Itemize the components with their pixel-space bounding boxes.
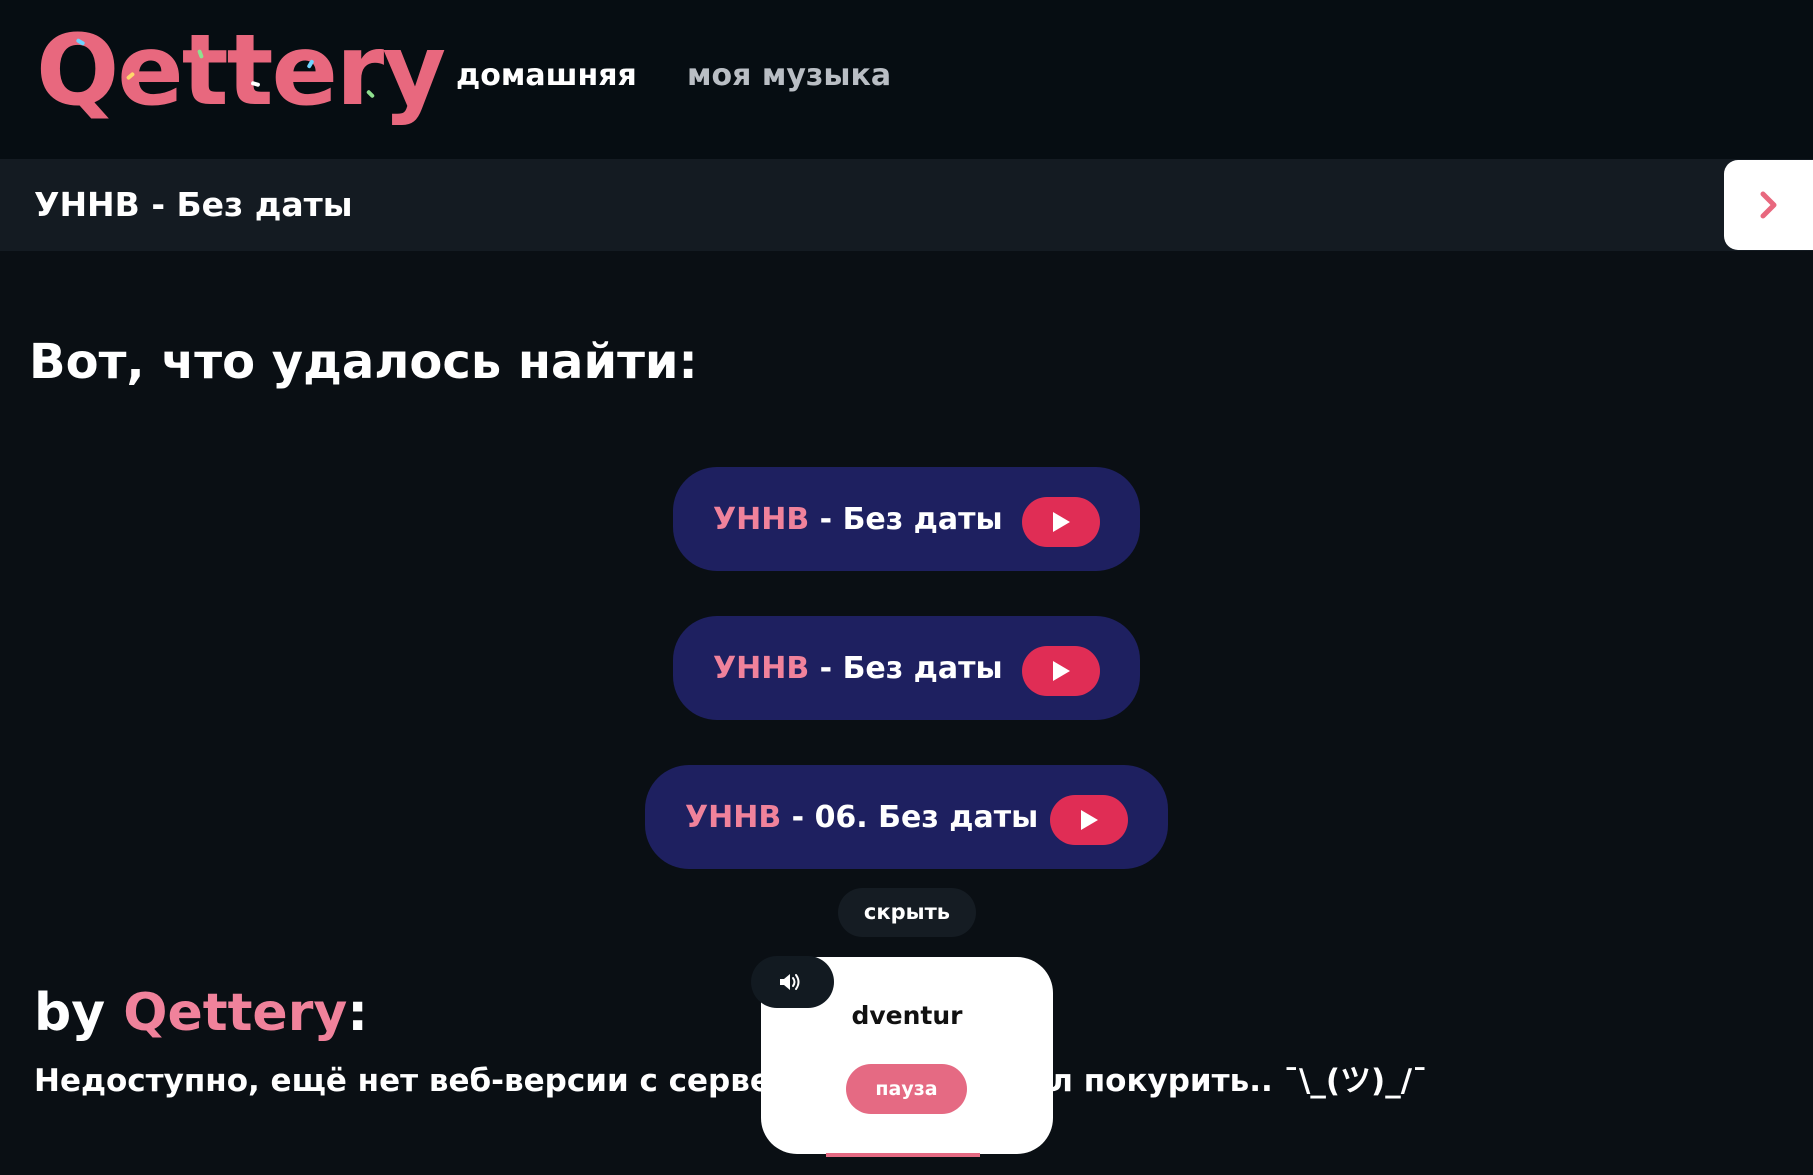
by-suffix: :	[347, 983, 369, 1043]
by-brand: Qettery	[123, 983, 348, 1043]
play-button[interactable]	[1022, 497, 1100, 547]
unavailable-message: Недоступно, ещё нет веб-версии с серверо…	[34, 1063, 1428, 1099]
hide-results-button[interactable]: скрыть	[838, 888, 976, 937]
results-heading: Вот, что удалось найти:	[29, 334, 698, 390]
result-card[interactable]: УННВ - Без даты	[673, 467, 1140, 571]
result-label: УННВ - Без даты	[713, 502, 1003, 537]
qettery-logo[interactable]: Qettery	[36, 22, 446, 120]
top-navigation-bar: Qettery домашняя моя музыка	[0, 0, 1813, 159]
play-icon	[1053, 512, 1070, 532]
now-playing-title: УННВ - Без даты	[34, 185, 353, 224]
result-track: Без даты	[842, 651, 1003, 686]
result-separator: -	[781, 800, 815, 835]
play-button[interactable]	[1022, 646, 1100, 696]
nav-home-link[interactable]: домашняя	[456, 58, 637, 93]
now-playing-bar: УННВ - Без даты	[0, 159, 1813, 251]
result-separator: -	[809, 502, 843, 537]
player-progress-bar[interactable]	[826, 1153, 980, 1157]
play-icon	[1053, 661, 1070, 681]
result-label: УННВ - Без даты	[713, 651, 1003, 686]
play-icon	[1081, 810, 1098, 830]
by-heading: by Qettery:	[34, 983, 368, 1043]
result-card[interactable]: УННВ - Без даты	[673, 616, 1140, 720]
chevron-right-icon	[1760, 191, 1777, 219]
result-separator: -	[809, 651, 843, 686]
logo-text: Qettery	[36, 14, 446, 128]
nav-my-music-link[interactable]: моя музыка	[687, 58, 891, 93]
pause-button[interactable]: пауза	[846, 1064, 967, 1114]
result-artist: УННВ	[713, 502, 810, 537]
play-button[interactable]	[1050, 795, 1128, 845]
result-label: УННВ - 06. Без даты	[685, 800, 1038, 835]
result-artist: УННВ	[713, 651, 810, 686]
volume-icon	[780, 974, 800, 990]
result-card[interactable]: УННВ - 06. Без даты	[645, 765, 1168, 869]
result-track: Без даты	[842, 502, 1003, 537]
by-prefix: by	[34, 983, 124, 1043]
volume-button[interactable]	[751, 956, 834, 1008]
next-track-button[interactable]	[1724, 160, 1813, 250]
result-track: 06. Без даты	[814, 800, 1039, 835]
result-artist: УННВ	[685, 800, 782, 835]
